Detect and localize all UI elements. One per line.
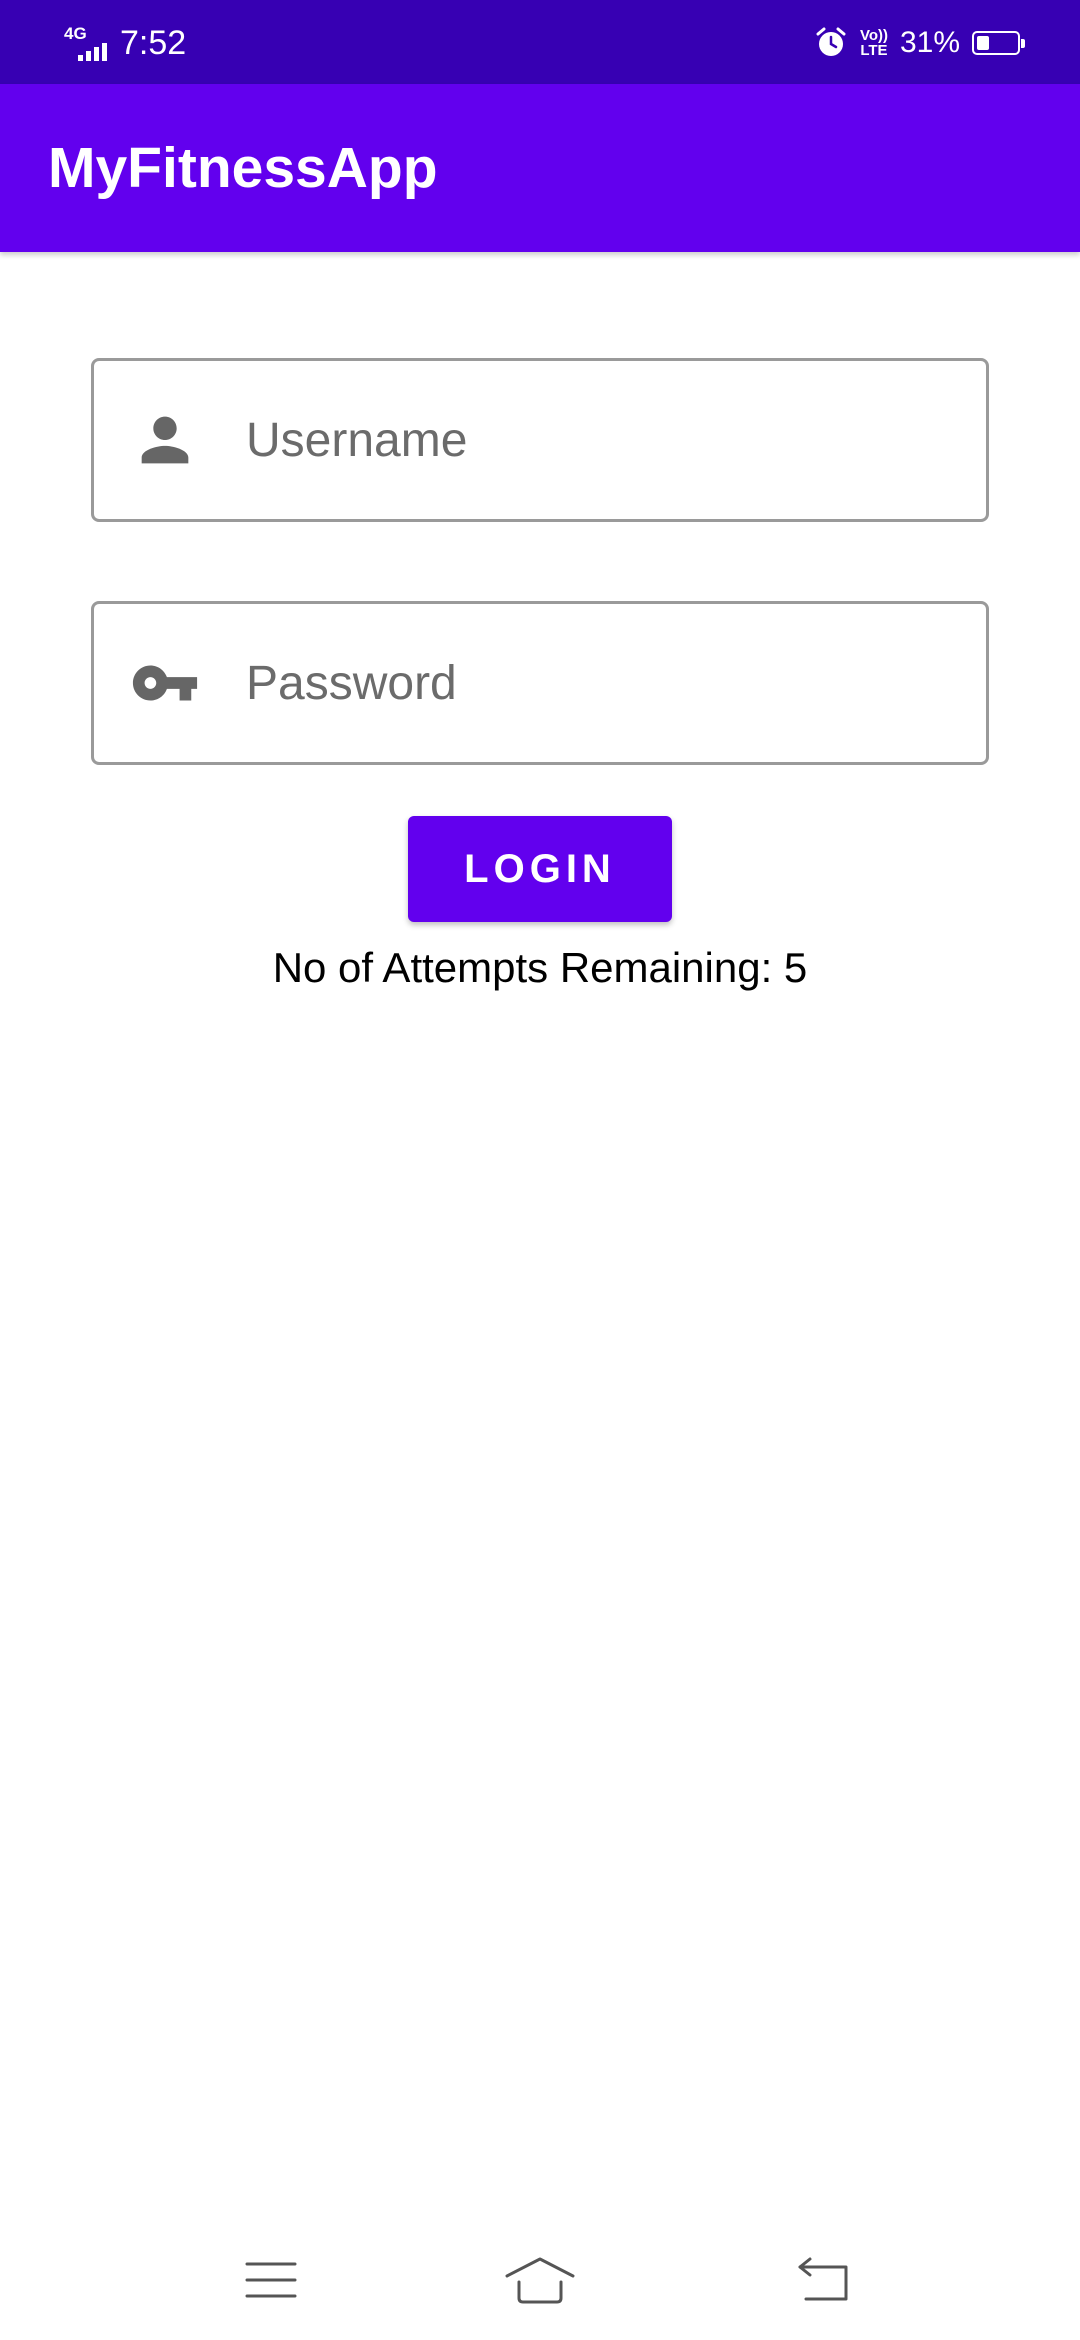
battery-tip	[1021, 39, 1025, 48]
person-icon	[141, 416, 189, 464]
signal-icon: 4G	[62, 23, 112, 63]
battery-percent: 31%	[899, 26, 960, 59]
menu-icon	[245, 2262, 297, 2298]
username-input[interactable]	[246, 361, 946, 519]
network-type: 4G	[64, 24, 87, 43]
volte-bottom: LTE	[860, 42, 888, 59]
battery-icon	[972, 31, 1025, 55]
menu-button[interactable]	[231, 2240, 311, 2320]
status-bar: 4G 7:52 Vo)) LTE 31%	[0, 0, 1080, 84]
back-icon	[798, 2257, 848, 2301]
back-button[interactable]	[784, 2240, 864, 2320]
alarm-icon	[816, 27, 846, 56]
navigation-bar	[0, 2220, 1080, 2340]
app-bar: MyFitnessApp	[0, 84, 1080, 252]
volte-icon: Vo)) LTE	[860, 28, 888, 58]
status-right: Vo)) LTE 31%	[814, 20, 1025, 66]
key-icon	[132, 665, 198, 701]
signal-bars	[78, 43, 107, 61]
status-left: 4G 7:52	[62, 20, 186, 66]
attempts-remaining-text: No of Attempts Remaining: 5	[272, 944, 808, 991]
home-button[interactable]	[500, 2240, 580, 2320]
status-time: 7:52	[120, 24, 187, 62]
battery-fill	[977, 36, 989, 50]
volte-top: Vo))	[859, 27, 888, 44]
login-button[interactable]: LOGIN	[408, 816, 672, 922]
app-title: MyFitnessApp	[48, 136, 438, 200]
home-icon	[505, 2257, 575, 2304]
password-field[interactable]	[91, 601, 989, 765]
password-input[interactable]	[246, 604, 946, 762]
username-field[interactable]	[91, 358, 989, 522]
